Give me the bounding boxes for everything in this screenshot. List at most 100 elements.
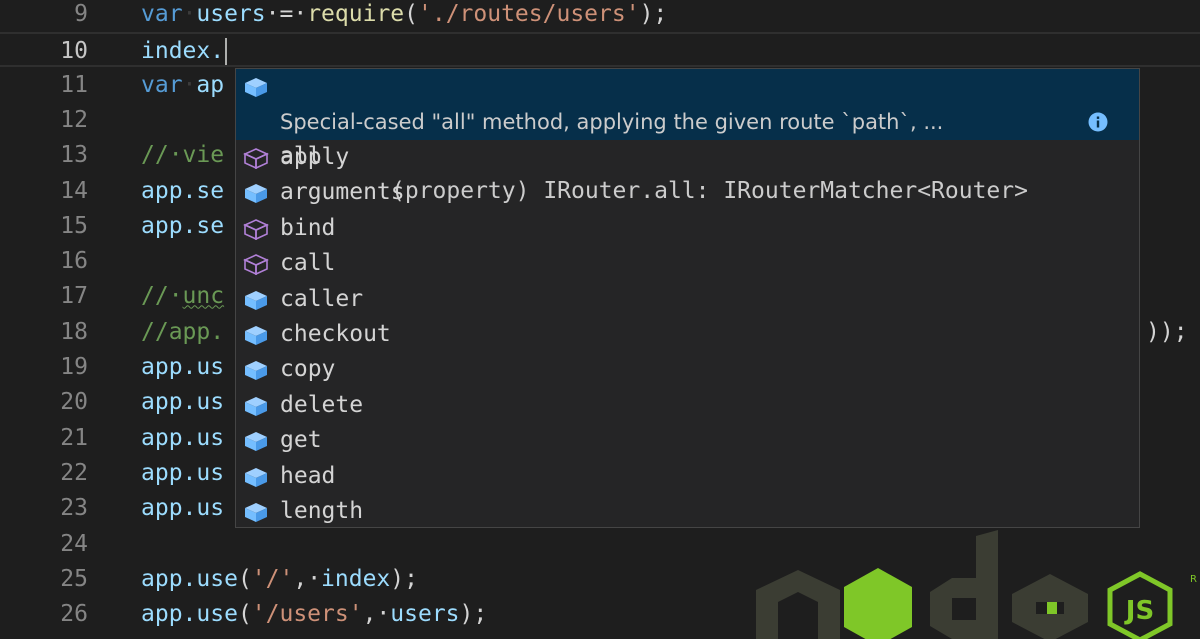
suggest-label: bind xyxy=(280,214,336,241)
code-text: app.se xyxy=(141,174,224,209)
line-number: 13 xyxy=(60,142,88,169)
suggest-item[interactable]: checkout xyxy=(236,317,1139,352)
suggest-widget[interactable]: all (property) IRouter.all: IRouterMatch… xyxy=(235,68,1140,528)
property-icon xyxy=(245,326,267,345)
code-token: './routes/users' xyxy=(418,1,640,27)
code-token: //app. xyxy=(141,318,225,345)
property-icon xyxy=(245,467,267,487)
suggest-label: call xyxy=(280,250,336,277)
code-token: app.us xyxy=(141,354,225,380)
nodejs-logo: JS R xyxy=(756,530,1197,639)
suggest-item[interactable]: length xyxy=(236,494,1139,527)
suggest-label: caller xyxy=(280,285,364,312)
code-token: unc xyxy=(182,283,225,310)
code-text: //app. xyxy=(141,315,224,350)
line-number: 25 xyxy=(60,565,88,592)
code-token: users xyxy=(196,1,266,27)
suggest-item-selected[interactable]: all (property) IRouter.all: IRouterMatch… xyxy=(236,69,1139,204)
code-token: app.use xyxy=(141,565,238,592)
suggest-item[interactable]: head xyxy=(236,459,1139,494)
code-text: app.use('/users',·users); xyxy=(141,597,487,632)
line-number: 11 xyxy=(60,71,88,98)
property-icon xyxy=(245,503,267,522)
suggest-item[interactable]: copy xyxy=(236,352,1139,387)
code-token: var xyxy=(141,1,183,27)
suggest-item[interactable]: get xyxy=(236,423,1139,458)
suggest-item[interactable]: bind xyxy=(236,211,1139,246)
logo-letter-e xyxy=(1012,574,1088,639)
suggest-item[interactable]: apply xyxy=(236,140,1139,175)
code-text: index. xyxy=(141,34,228,69)
code-token: ,· xyxy=(362,601,391,628)
code-text: app.us xyxy=(141,421,224,456)
property-icon xyxy=(245,78,267,97)
suggest-item[interactable]: delete xyxy=(236,388,1139,423)
line-number: 22 xyxy=(60,459,88,486)
code-token: //· xyxy=(141,283,183,310)
code-token: ( xyxy=(237,601,252,628)
registered-mark: R xyxy=(1190,574,1197,585)
code-token: '/' xyxy=(251,565,294,592)
suggest-doc: Special-cased "all" method, applying the… xyxy=(280,110,944,134)
property-icon xyxy=(245,290,267,310)
suggest-item[interactable]: arguments xyxy=(236,175,1139,210)
code-token: app.se xyxy=(141,212,225,239)
line-number: 9 xyxy=(74,1,88,27)
line-number: 17 xyxy=(60,283,88,310)
suggest-label: checkout xyxy=(280,321,391,347)
code-token: app.use xyxy=(141,601,238,628)
suggest-label: delete xyxy=(280,391,364,418)
logo-letter-d xyxy=(930,530,998,639)
line-number: 26 xyxy=(60,601,88,628)
suggest-label: apply xyxy=(280,144,350,170)
code-text: var·ap xyxy=(141,68,224,103)
suggest-label: arguments xyxy=(280,179,405,206)
code-token: '/users' xyxy=(251,601,363,628)
code-line[interactable]: 9 var·users·=·require('./routes/users'); xyxy=(0,0,1200,32)
line-number: 24 xyxy=(60,530,88,557)
property-icon xyxy=(245,432,267,452)
code-token: ); xyxy=(390,565,418,592)
code-tail: )); xyxy=(1146,318,1188,345)
property-icon xyxy=(245,361,267,381)
info-icon[interactable] xyxy=(1088,112,1108,132)
suggest-label: get xyxy=(280,427,322,454)
method-icon xyxy=(243,254,269,276)
svg-text:JS: JS xyxy=(1124,596,1154,626)
method-icon xyxy=(243,218,269,240)
code-token: ( xyxy=(404,1,418,27)
code-token: ,· xyxy=(293,565,322,592)
code-text: app.se xyxy=(141,209,224,244)
code-token: require xyxy=(307,1,405,27)
line-number: 23 xyxy=(60,495,88,522)
code-token: users xyxy=(390,601,460,628)
line-number: 21 xyxy=(60,424,88,451)
code-text: app.us xyxy=(141,491,224,526)
line-number: 16 xyxy=(60,248,88,275)
line-number: 12 xyxy=(60,106,88,133)
code-token: //·vie xyxy=(141,142,225,169)
code-token: ); xyxy=(639,1,668,27)
method-icon xyxy=(243,148,269,169)
logo-letter-n xyxy=(756,570,840,639)
property-icon xyxy=(245,184,267,204)
line-number: 20 xyxy=(60,389,88,416)
suggest-item[interactable]: caller xyxy=(236,282,1139,317)
code-token: ( xyxy=(237,565,252,592)
code-token: var xyxy=(141,71,183,98)
property-icon xyxy=(245,396,267,416)
logo-js-badge: JS xyxy=(1107,571,1173,639)
code-line[interactable]: 10 index. xyxy=(0,32,1200,69)
line-number: 19 xyxy=(60,354,88,380)
suggest-label: head xyxy=(280,462,336,489)
suggest-item[interactable]: call xyxy=(236,246,1139,281)
code-token: · xyxy=(182,1,197,27)
code-token: index. xyxy=(141,38,225,65)
code-token: app.se xyxy=(141,177,225,204)
line-number: 10 xyxy=(60,38,88,65)
code-text: app.use('/',·index); xyxy=(141,562,418,597)
suggest-label: length xyxy=(280,498,364,524)
code-text: var·users·=·require('./routes/users'); xyxy=(141,0,667,32)
line-number: 15 xyxy=(60,212,88,239)
code-token: ); xyxy=(459,601,488,628)
